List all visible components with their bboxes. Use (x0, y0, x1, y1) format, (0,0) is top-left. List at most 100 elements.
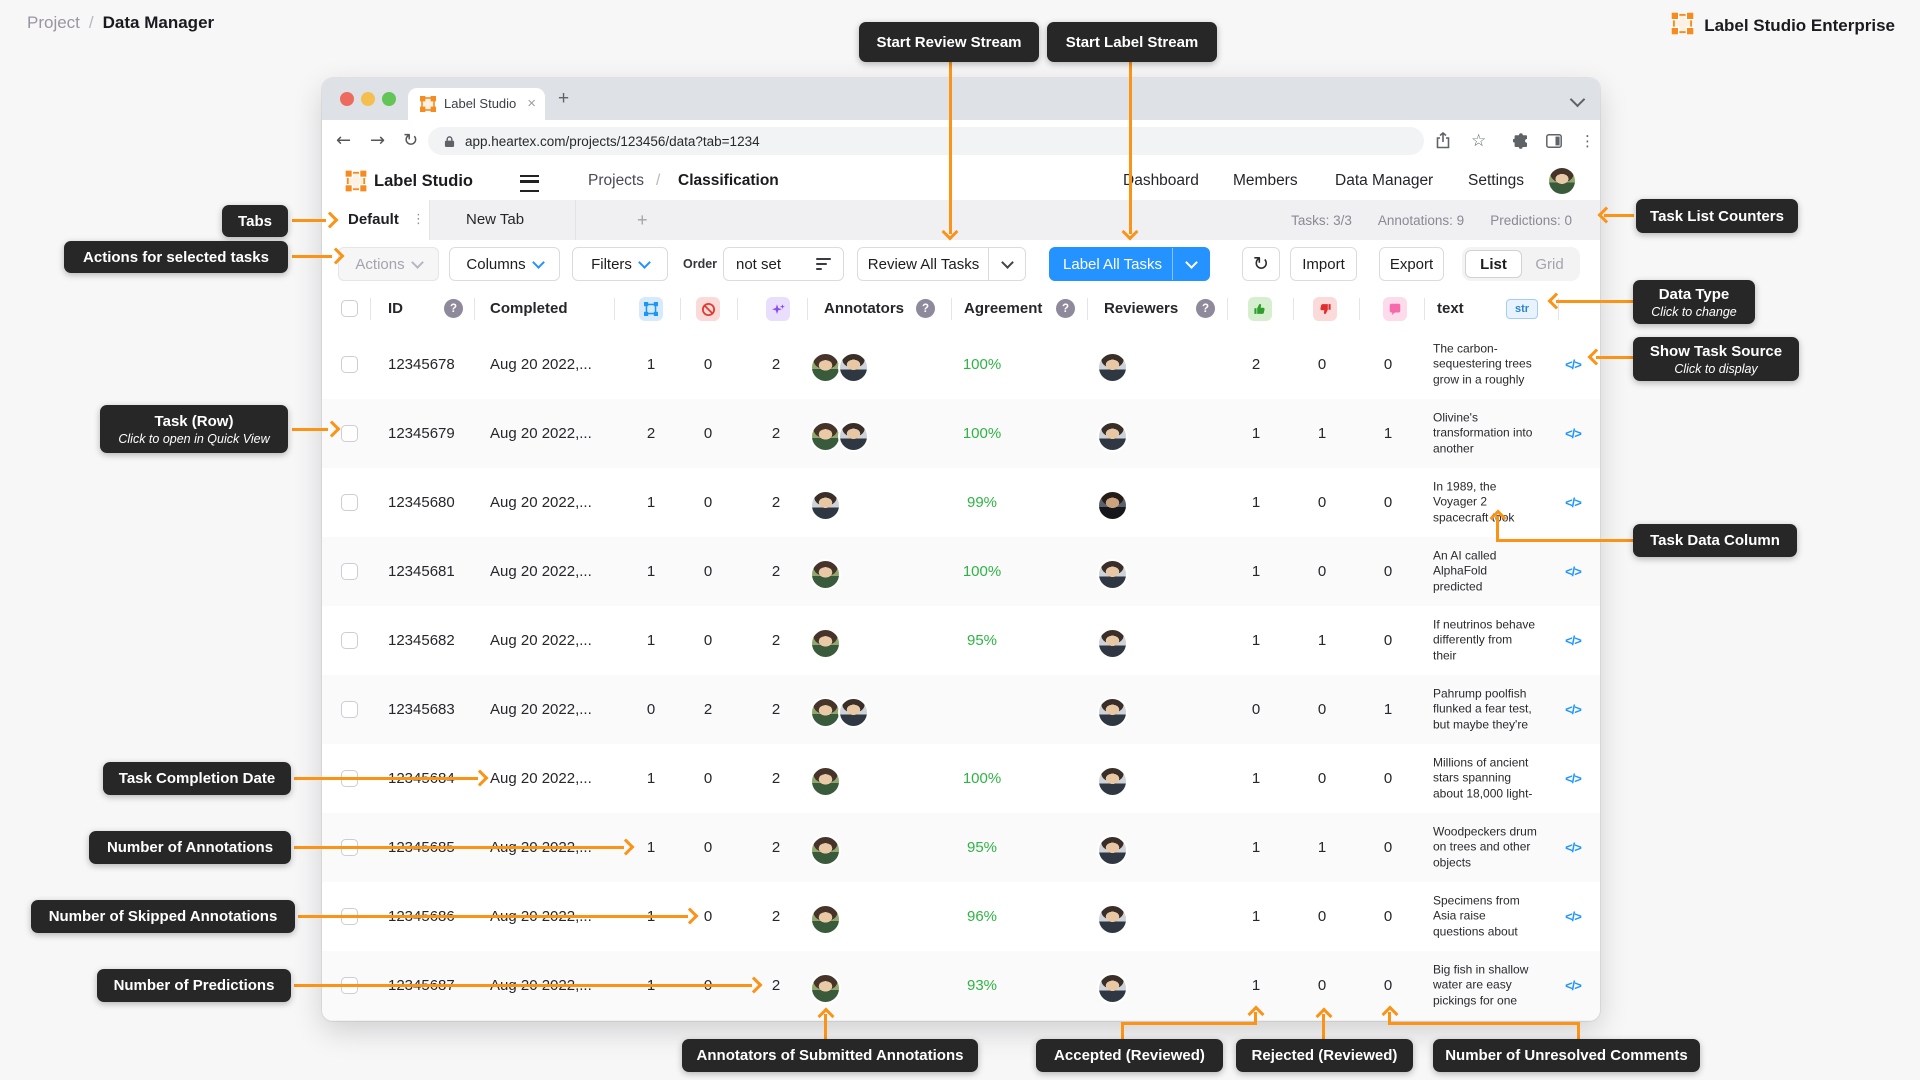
show-source-icon[interactable] (1558, 675, 1588, 744)
show-source-icon[interactable] (1558, 882, 1588, 951)
extensions-puzzle-icon[interactable] (1513, 133, 1529, 154)
new-browser-tab-icon[interactable] (558, 78, 569, 120)
row-checkbox[interactable] (341, 701, 358, 718)
callout-num-skipped: Number of Skipped Annotations (31, 900, 295, 933)
task-id: 12345683 (388, 675, 455, 744)
header-id[interactable]: ID (388, 288, 403, 330)
callout-title: Data Type (1659, 286, 1730, 303)
columns-button[interactable]: Columns (449, 247, 560, 281)
bookmark-star-icon[interactable]: ☆ (1471, 120, 1486, 162)
skipped-count: 2 (693, 675, 723, 744)
nav-dashboard[interactable]: Dashboard (1123, 162, 1199, 200)
select-all-checkbox[interactable] (341, 300, 358, 317)
filters-button[interactable]: Filters (572, 247, 668, 281)
browser-tab[interactable]: Label Studio (408, 88, 545, 120)
table-row[interactable]: 12345682Aug 20 2022,...10295%110If neutr… (322, 606, 1600, 676)
import-button[interactable]: Import (1290, 247, 1357, 281)
row-checkbox[interactable] (341, 563, 358, 580)
show-source-icon[interactable] (1558, 951, 1588, 1020)
table-row[interactable]: 12345678Aug 20 2022,...102100%200The car… (322, 330, 1600, 400)
help-icon[interactable] (444, 299, 463, 318)
header-completed[interactable]: Completed (490, 288, 568, 330)
label-all-tasks-button[interactable]: Label All Tasks (1049, 247, 1210, 281)
header-annotators[interactable]: Annotators (824, 288, 904, 330)
share-icon[interactable] (1436, 132, 1450, 154)
breadcrumb-parent[interactable]: Project (27, 13, 80, 33)
show-source-icon[interactable] (1558, 606, 1588, 675)
grid-view-button[interactable]: Grid (1522, 250, 1577, 278)
skipped-annotations-icon[interactable] (696, 297, 720, 321)
chevron-down-icon[interactable] (1570, 92, 1586, 108)
rejected-icon[interactable] (1313, 297, 1337, 321)
maximize-window-button[interactable] (382, 92, 396, 106)
header-agreement[interactable]: Agreement (964, 288, 1042, 330)
help-icon[interactable] (1056, 299, 1075, 318)
row-checkbox[interactable] (341, 356, 358, 373)
arrow-comments-b (1388, 1022, 1580, 1025)
refresh-button[interactable] (1242, 247, 1280, 281)
predictions-icon[interactable] (766, 297, 790, 321)
browser-menu-kebab-icon[interactable] (1580, 120, 1595, 162)
row-checkbox[interactable] (341, 425, 358, 442)
review-all-tasks-button[interactable]: Review All Tasks (857, 247, 1026, 281)
address-bar[interactable]: app.heartex.com/projects/123456/data?tab… (428, 127, 1424, 155)
row-checkbox[interactable] (341, 632, 358, 649)
help-icon[interactable] (1196, 299, 1215, 318)
show-source-icon[interactable] (1558, 813, 1588, 882)
callout-label: Number of Annotations (107, 839, 273, 856)
task-data-text: Specimens from Asia raise questions abou… (1433, 893, 1537, 940)
column-divider (680, 298, 681, 320)
reviewer-avatar (1097, 559, 1128, 590)
actions-button[interactable]: Actions (338, 247, 439, 281)
minimize-window-button[interactable] (361, 92, 375, 106)
review-dropdown-toggle[interactable] (988, 248, 1025, 280)
show-source-icon[interactable] (1558, 537, 1588, 606)
comments-count: 0 (1373, 468, 1403, 537)
nav-settings[interactable]: Settings (1468, 162, 1524, 200)
show-source-icon[interactable] (1558, 468, 1588, 537)
nav-members[interactable]: Members (1233, 162, 1298, 200)
header-text-column[interactable]: text (1437, 288, 1464, 330)
export-button[interactable]: Export (1379, 247, 1444, 281)
table-row[interactable]: 12345684Aug 20 2022,...102100%100Million… (322, 744, 1600, 814)
tab-options-kebab-icon[interactable] (412, 200, 425, 240)
annotator-avatar (810, 973, 841, 1004)
row-checkbox[interactable] (341, 494, 358, 511)
table-row[interactable]: 12345680Aug 20 2022,...10299%100In 1989,… (322, 468, 1600, 538)
sidebar-icon[interactable] (1546, 134, 1562, 153)
comments-icon[interactable] (1383, 297, 1407, 321)
tab-new-tab[interactable]: New Tab (429, 200, 576, 240)
data-type-badge[interactable]: str (1506, 299, 1538, 319)
close-tab-icon[interactable] (527, 88, 536, 120)
forward-icon[interactable]: → (370, 120, 385, 162)
agreement-value: 96% (942, 882, 1022, 951)
column-divider (951, 298, 952, 320)
show-source-icon[interactable] (1558, 330, 1588, 399)
table-row[interactable]: 12345683Aug 20 2022,...022001Pahrump poo… (322, 675, 1600, 745)
annotations-count-icon[interactable] (639, 297, 663, 321)
reload-icon[interactable]: ↻ (403, 120, 418, 162)
show-source-icon[interactable] (1558, 744, 1588, 813)
callout-title: Show Task Source (1650, 343, 1782, 360)
table-row[interactable]: 12345679Aug 20 2022,...202100%111Olivine… (322, 399, 1600, 469)
accepted-icon[interactable] (1248, 297, 1272, 321)
skipped-count: 0 (693, 468, 723, 537)
header-reviewers[interactable]: Reviewers (1104, 288, 1178, 330)
close-window-button[interactable] (340, 92, 354, 106)
label-dropdown-toggle[interactable] (1172, 248, 1209, 280)
hamburger-menu-icon[interactable] (520, 175, 539, 192)
app-logo-text[interactable]: Label Studio (374, 162, 473, 200)
order-button[interactable]: not set (723, 247, 844, 281)
task-data-text: The carbon-sequestering trees grow in a … (1433, 341, 1537, 388)
list-view-button[interactable]: List (1465, 250, 1522, 278)
back-icon[interactable]: ← (336, 120, 351, 162)
nav-data-manager[interactable]: Data Manager (1335, 162, 1433, 200)
table-row[interactable]: 12345681Aug 20 2022,...102100%100An AI c… (322, 537, 1600, 607)
arrow-review-stream (949, 62, 952, 234)
user-avatar[interactable] (1549, 168, 1575, 194)
nav-projects[interactable]: Projects (588, 162, 644, 200)
help-icon[interactable] (916, 299, 935, 318)
add-view-tab-icon[interactable] (637, 200, 648, 240)
task-completed-date: Aug 20 2022,... (490, 675, 592, 744)
show-source-icon[interactable] (1558, 399, 1588, 468)
